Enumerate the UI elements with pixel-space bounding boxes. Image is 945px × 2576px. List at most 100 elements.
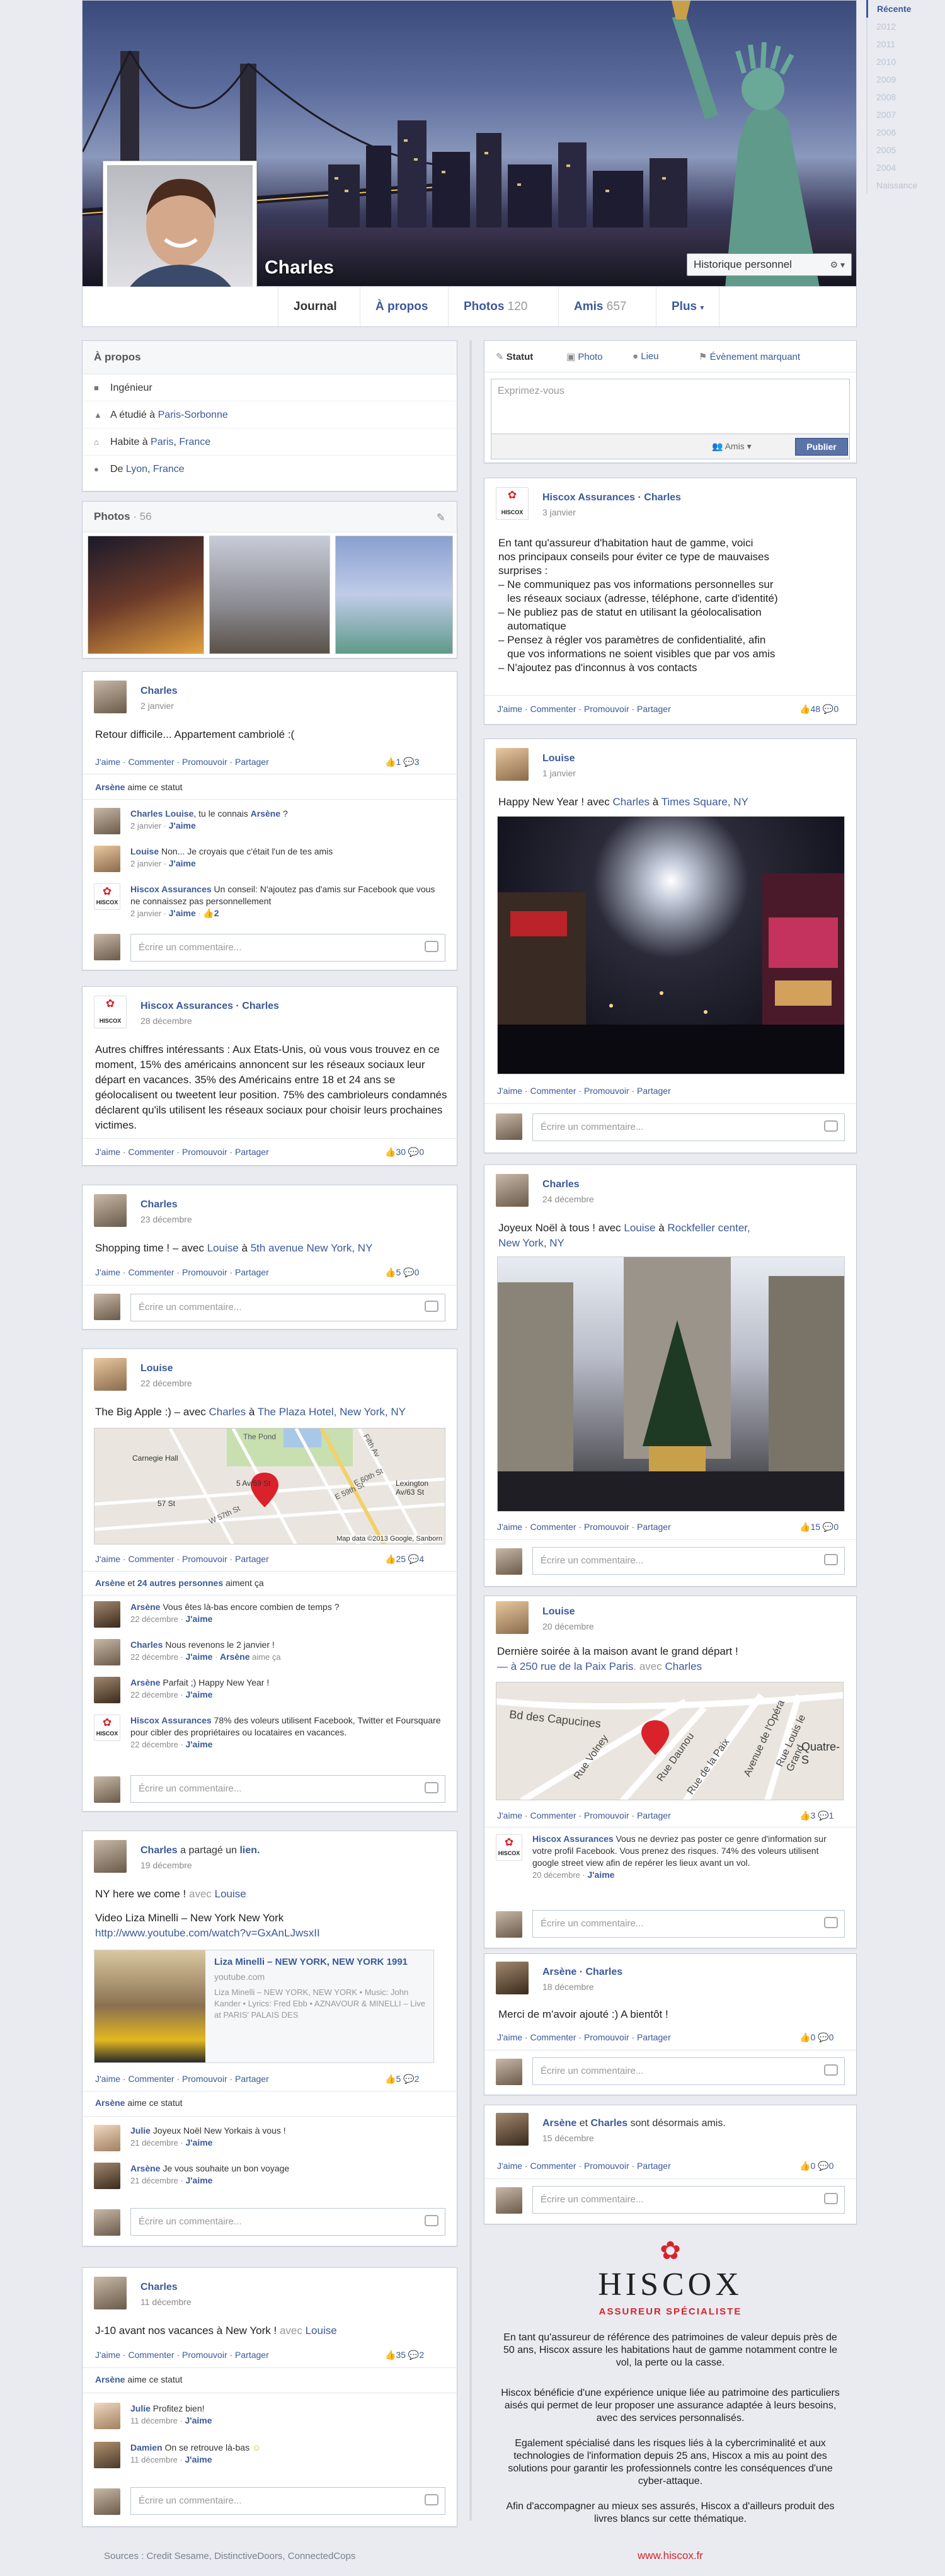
- post-actions[interactable]: J'aime · Commenter · Promouvoir · Partag…: [95, 1554, 269, 1564]
- comment-input[interactable]: Écrire un commentaire...: [532, 1113, 845, 1141]
- tag-link[interactable]: Louise: [624, 1222, 655, 1234]
- avatar[interactable]: [94, 883, 120, 910]
- post-author-link[interactable]: Arsène: [542, 2118, 576, 2129]
- link-preview[interactable]: Liza Minelli – NEW YORK, NEW YORK 1991 y…: [94, 1950, 434, 2063]
- tag-link[interactable]: Charles: [209, 1406, 246, 1418]
- liker-link[interactable]: Arsène: [95, 2098, 125, 2108]
- avatar[interactable]: [94, 1358, 127, 1391]
- comment-author[interactable]: Arsène: [130, 1677, 160, 1688]
- post-author[interactable]: Louise: [140, 1363, 173, 1374]
- timeline-item[interactable]: 2009: [866, 71, 945, 88]
- comment-input[interactable]: Écrire un commentaire...: [130, 934, 445, 962]
- post-author[interactable]: Hiscox Assurances · Charles: [140, 1001, 279, 1012]
- post-counts[interactable]: 👍48 💬0: [799, 704, 839, 715]
- about-from-city[interactable]: Lyon: [126, 464, 147, 474]
- post-date[interactable]: 1 janvier: [542, 768, 576, 778]
- post-author[interactable]: Charles: [140, 686, 178, 697]
- avatar[interactable]: [94, 2488, 120, 2515]
- tab-friends[interactable]: Amis 657: [558, 287, 641, 326]
- avatar[interactable]: [496, 487, 529, 520]
- avatar[interactable]: [496, 1113, 522, 1140]
- post-author[interactable]: Charles: [140, 2282, 178, 2293]
- camera-icon[interactable]: [824, 1554, 838, 1565]
- post-counts[interactable]: 👍5 💬0: [385, 1267, 419, 1278]
- post-author-link[interactable]: Charles: [140, 1845, 178, 1856]
- avatar[interactable]: [496, 2059, 522, 2085]
- photo-thumb[interactable]: [88, 536, 204, 654]
- liker-link[interactable]: Arsène: [95, 1578, 125, 1588]
- avatar[interactable]: [94, 808, 120, 834]
- comment-like-link[interactable]: J'aime: [169, 858, 196, 868]
- comment-author[interactable]: Damien: [130, 2442, 163, 2452]
- avatar[interactable]: [496, 1911, 522, 1938]
- comment-author[interactable]: Hiscox Assurances: [532, 1834, 614, 1844]
- post-actions[interactable]: J'aime · Commenter · Promouvoir · Partag…: [95, 1147, 269, 1157]
- liker-link[interactable]: Arsène: [95, 2374, 125, 2384]
- tag-link[interactable]: Louise: [207, 1242, 239, 1254]
- comment-like-link[interactable]: J'aime: [169, 908, 196, 918]
- photo-thumb[interactable]: [335, 536, 453, 654]
- tab-about[interactable]: À propos: [360, 287, 443, 326]
- about-study-link[interactable]: Paris-Sorbonne: [158, 410, 228, 420]
- composer-tab-photo[interactable]: ▣ Photo: [566, 351, 603, 362]
- place-link[interactable]: The Plaza Hotel, New York, NY: [258, 1406, 406, 1418]
- comment-input[interactable]: Écrire un commentaire...: [130, 1294, 445, 1321]
- avatar[interactable]: [94, 846, 120, 872]
- avatar[interactable]: [94, 2209, 120, 2236]
- avatar[interactable]: [94, 1601, 120, 1628]
- post-author[interactable]: Louise: [542, 1606, 575, 1618]
- tag-link[interactable]: Charles: [612, 796, 650, 808]
- avatar[interactable]: [496, 1174, 529, 1207]
- avatar[interactable]: [496, 2187, 522, 2214]
- timeline-item[interactable]: Naissance: [866, 176, 945, 194]
- post-author[interactable]: Hiscox Assurances · Charles: [542, 492, 681, 503]
- comment-like-count[interactable]: 👍2: [203, 908, 219, 918]
- post-date[interactable]: 3 janvier: [542, 507, 576, 517]
- camera-icon[interactable]: [425, 1301, 438, 1312]
- timeline-item[interactable]: 2004: [866, 159, 945, 176]
- timeline-item[interactable]: 2008: [866, 88, 945, 106]
- post-author[interactable]: Louise: [542, 753, 575, 764]
- comment-input[interactable]: Écrire un commentaire...: [532, 2186, 845, 2214]
- camera-icon[interactable]: [824, 1917, 838, 1928]
- comment-like-link[interactable]: J'aime: [185, 1689, 212, 1699]
- post-counts[interactable]: 👍3 💬1: [799, 1810, 833, 1821]
- post-date[interactable]: 2 janvier: [140, 701, 174, 711]
- comment-like-link[interactable]: J'aime: [185, 2415, 212, 2425]
- comment-author[interactable]: Julie: [130, 2125, 151, 2136]
- post-actions[interactable]: J'aime · Commenter · Promouvoir · Partag…: [497, 2161, 671, 2171]
- camera-icon[interactable]: [425, 2215, 438, 2226]
- tag-link[interactable]: Louise: [306, 2325, 337, 2337]
- comment-author[interactable]: Arsène: [130, 1602, 160, 1612]
- comment-author[interactable]: Charles: [130, 1640, 163, 1650]
- post-actions[interactable]: J'aime · Commenter · Promouvoir · Partag…: [497, 2032, 671, 2042]
- comment-like-link[interactable]: J'aime: [185, 1614, 212, 1624]
- link-title[interactable]: Liza Minelli – NEW YORK, NEW YORK 1991: [214, 1957, 428, 1967]
- comment-like-link[interactable]: J'aime: [185, 1739, 212, 1749]
- publish-button[interactable]: Publier: [795, 438, 848, 456]
- post-counts[interactable]: 👍30 💬0: [385, 1147, 424, 1158]
- timeline-item[interactable]: 2006: [866, 124, 945, 141]
- camera-icon[interactable]: [824, 1120, 838, 1132]
- comment-input[interactable]: Écrire un commentaire...: [532, 1910, 845, 1938]
- avatar[interactable]: [94, 934, 120, 960]
- composer-tab-status[interactable]: ✎ Statut: [496, 351, 533, 362]
- about-from-country[interactable]: France: [153, 464, 185, 474]
- audience-selector[interactable]: 👥 Amis ▾: [712, 441, 752, 452]
- avatar[interactable]: [94, 2403, 120, 2429]
- photo-thumb[interactable]: [209, 536, 330, 654]
- comment-input[interactable]: Écrire un commentaire...: [532, 2057, 845, 2085]
- comment-like-link[interactable]: J'aime: [185, 2454, 212, 2464]
- post-actions[interactable]: J'aime · Commenter · Promouvoir · Partag…: [497, 704, 671, 714]
- post-counts[interactable]: 👍35 💬2: [385, 2350, 424, 2360]
- place-link[interactable]: Rockfeller center,: [667, 1222, 750, 1234]
- post-actions[interactable]: J'aime · Commenter · Promouvoir · Partag…: [497, 1086, 671, 1096]
- comment-like-link[interactable]: J'aime: [185, 2175, 212, 2185]
- avatar[interactable]: [496, 748, 529, 781]
- post-author[interactable]: Charles: [140, 1199, 178, 1210]
- map[interactable]: Bd des Capucines Rue Daunou Rue de la Pa…: [496, 1682, 844, 1800]
- avatar[interactable]: [94, 1840, 127, 1873]
- likers-others-link[interactable]: 24 autres personnes: [137, 1578, 223, 1588]
- avatar[interactable]: [94, 2163, 120, 2189]
- tab-photos[interactable]: Photos 120: [448, 287, 542, 326]
